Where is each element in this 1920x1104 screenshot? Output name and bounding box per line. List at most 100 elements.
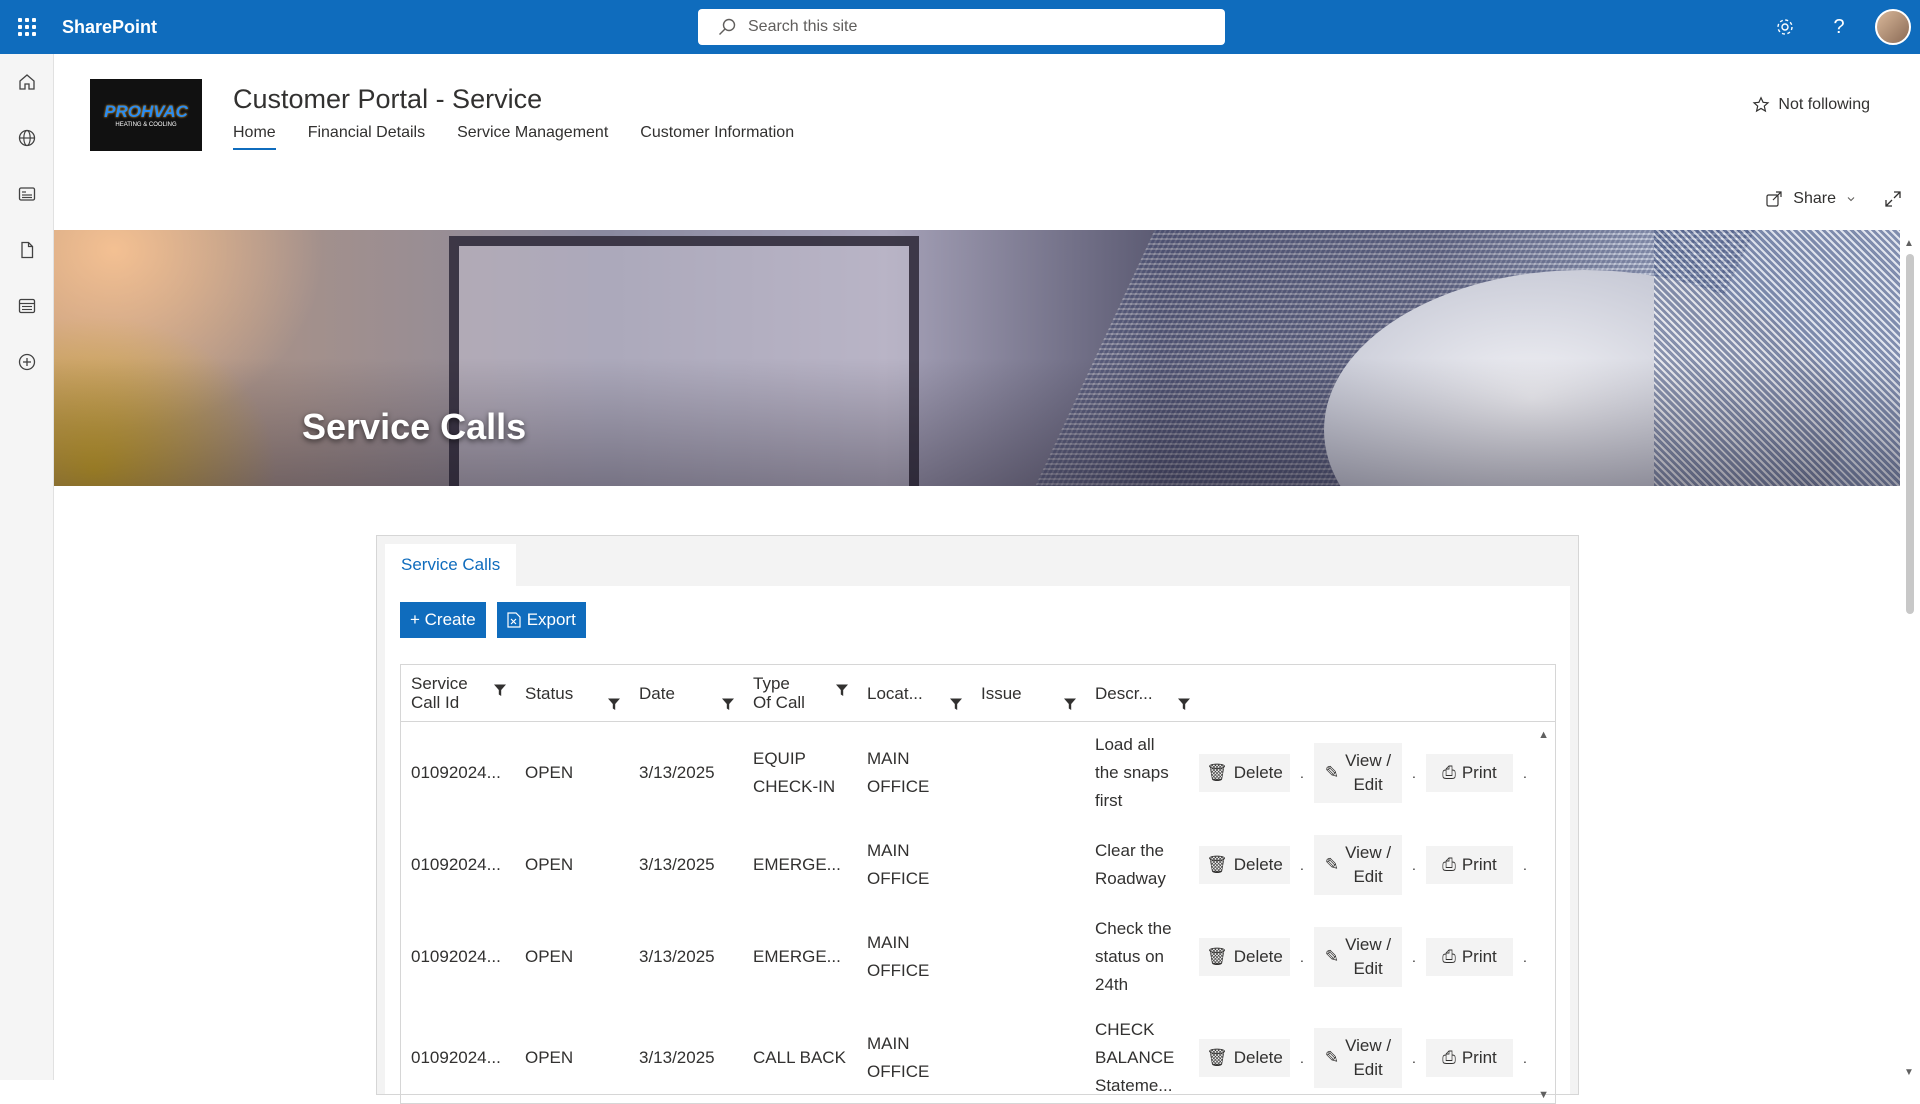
home-nav-button[interactable]: [0, 54, 54, 110]
page-scrollbar[interactable]: ▲ ▼: [1902, 238, 1916, 1080]
cell-service-call-id: 01092024...: [411, 1048, 501, 1067]
print-button[interactable]: ⎙ Print: [1426, 938, 1513, 976]
printer-icon: ⎙: [1442, 763, 1456, 782]
scroll-down-arrow-icon[interactable]: ▼: [1904, 1067, 1914, 1078]
cell-description: CHECK BALANCE Stateme...: [1095, 1020, 1175, 1095]
cell-status: OPEN: [525, 947, 574, 966]
printer-icon: ⎙: [1442, 855, 1456, 874]
scroll-up-arrow-icon[interactable]: ▲: [1904, 238, 1914, 249]
cell-type: EMERGE...: [753, 855, 841, 874]
column-header-status[interactable]: Status: [515, 665, 629, 721]
cell-date: 3/13/2025: [639, 763, 715, 782]
nav-service-management[interactable]: Service Management: [457, 124, 608, 150]
logo-text: PROHVAC: [104, 102, 188, 121]
share-icon: [1766, 191, 1782, 207]
cell-location: MAIN OFFICE: [867, 933, 930, 980]
site-navigation: Home Financial Details Service Managemen…: [233, 124, 794, 150]
add-circle-icon: [18, 353, 36, 371]
table-row[interactable]: 01092024... OPEN 3/13/2025 EMERGE... MAI…: [401, 906, 1555, 1008]
column-header-type-of-call[interactable]: Type Of Call: [743, 665, 857, 721]
cell-type: EQUIP CHECK-IN: [753, 749, 836, 796]
cell-status: OPEN: [525, 855, 574, 874]
cell-date: 3/13/2025: [639, 855, 715, 874]
cell-date: 3/13/2025: [639, 947, 715, 966]
site-logo[interactable]: PROHVAC HEATING & COOLING: [90, 79, 202, 151]
grid-scroll-down-icon[interactable]: ▼: [1538, 1089, 1549, 1101]
export-button[interactable]: Export: [496, 602, 586, 638]
search-input[interactable]: [748, 18, 1188, 36]
filter-icon[interactable]: [1177, 697, 1191, 711]
filter-icon[interactable]: [607, 697, 621, 711]
chevron-down-icon: [1847, 197, 1855, 202]
row-actions: 🗑 Delete . ✎ View / Edit . ⎙ Print .: [1199, 835, 1537, 895]
create-button[interactable]: + Create: [400, 602, 486, 638]
lists-nav-button[interactable]: [0, 278, 54, 334]
avatar[interactable]: [1875, 9, 1911, 45]
column-header-location[interactable]: Locat...: [857, 665, 971, 721]
print-button[interactable]: ⎙ Print: [1426, 754, 1513, 792]
trash-icon: 🗑: [1206, 763, 1228, 782]
view-edit-button[interactable]: ✎ View / Edit: [1314, 743, 1402, 803]
expand-icon[interactable]: [1884, 190, 1902, 208]
pencil-icon: ✎: [1324, 1048, 1340, 1067]
page-title[interactable]: Customer Portal - Service: [233, 84, 542, 115]
files-nav-button[interactable]: [0, 222, 54, 278]
table-row[interactable]: 01092024... OPEN 3/13/2025 CALL BACK MAI…: [401, 1008, 1555, 1103]
cell-description: Load all the snaps first: [1095, 735, 1169, 810]
table-row[interactable]: 01092024... OPEN 3/13/2025 EQUIP CHECK-IN…: [401, 722, 1555, 824]
column-header-description[interactable]: Descr...: [1085, 665, 1199, 721]
cell-status: OPEN: [525, 763, 574, 782]
trash-icon: 🗑: [1206, 855, 1228, 874]
tab-service-calls[interactable]: Service Calls: [385, 544, 517, 586]
waffle-icon: [18, 18, 36, 36]
app-bar: [0, 54, 54, 1080]
create-nav-button[interactable]: [0, 334, 54, 390]
view-edit-button[interactable]: ✎ View / Edit: [1314, 835, 1402, 895]
cell-service-call-id: 01092024...: [411, 763, 501, 782]
grid-scroll-up-icon[interactable]: ▲: [1538, 729, 1549, 741]
follow-button[interactable]: Not following: [1752, 96, 1870, 114]
delete-button[interactable]: 🗑 Delete: [1199, 846, 1290, 884]
share-button[interactable]: Share: [1765, 190, 1856, 208]
excel-icon: [507, 612, 521, 628]
print-button[interactable]: ⎙ Print: [1426, 846, 1513, 884]
app-launcher-button[interactable]: [0, 0, 54, 54]
table-row[interactable]: 01092024... OPEN 3/13/2025 EMERGE... MAI…: [401, 824, 1555, 906]
view-edit-button[interactable]: ✎ View / Edit: [1314, 1028, 1402, 1088]
grid-header: Service Call Id Status Date Type Of Call L…: [401, 665, 1555, 722]
filter-icon[interactable]: [721, 697, 735, 711]
column-header-issue[interactable]: Issue: [971, 665, 1085, 721]
help-button[interactable]: ?: [1812, 0, 1866, 54]
app-name[interactable]: SharePoint: [62, 17, 157, 38]
create-label: + Create: [410, 610, 476, 629]
nav-financial-details[interactable]: Financial Details: [308, 124, 425, 150]
view-edit-button[interactable]: ✎ View / Edit: [1314, 927, 1402, 987]
list-icon: [18, 298, 36, 314]
site-header: PROHVAC HEATING & COOLING Customer Porta…: [54, 54, 1920, 230]
delete-button[interactable]: 🗑 Delete: [1199, 754, 1290, 792]
search-box[interactable]: [698, 9, 1225, 45]
filter-icon[interactable]: [949, 697, 963, 711]
scrollbar-thumb[interactable]: [1906, 254, 1914, 614]
row-actions: 🗑 Delete . ✎ View / Edit . ⎙ Print .: [1199, 743, 1537, 803]
filter-icon[interactable]: [1063, 697, 1077, 711]
cell-service-call-id: 01092024...: [411, 855, 501, 874]
filter-icon[interactable]: [835, 683, 849, 697]
column-header-date[interactable]: Date: [629, 665, 743, 721]
cell-service-call-id: 01092024...: [411, 947, 501, 966]
column-header-service-call-id[interactable]: Service Call Id: [401, 665, 515, 721]
print-button[interactable]: ⎙ Print: [1426, 1039, 1513, 1077]
hero-banner: Service Calls: [54, 230, 1900, 486]
delete-button[interactable]: 🗑 Delete: [1199, 1039, 1290, 1077]
cell-location: MAIN OFFICE: [867, 1034, 930, 1081]
delete-button[interactable]: 🗑 Delete: [1199, 938, 1290, 976]
question-mark-icon: ?: [1833, 15, 1845, 38]
logo-subtext: HEATING & COOLING: [115, 122, 177, 128]
settings-button[interactable]: [1758, 0, 1812, 54]
nav-customer-information[interactable]: Customer Information: [640, 124, 794, 150]
cell-location: MAIN OFFICE: [867, 749, 930, 796]
news-nav-button[interactable]: [0, 166, 54, 222]
sites-nav-button[interactable]: [0, 110, 54, 166]
filter-icon[interactable]: [493, 683, 507, 697]
nav-home[interactable]: Home: [233, 124, 276, 150]
